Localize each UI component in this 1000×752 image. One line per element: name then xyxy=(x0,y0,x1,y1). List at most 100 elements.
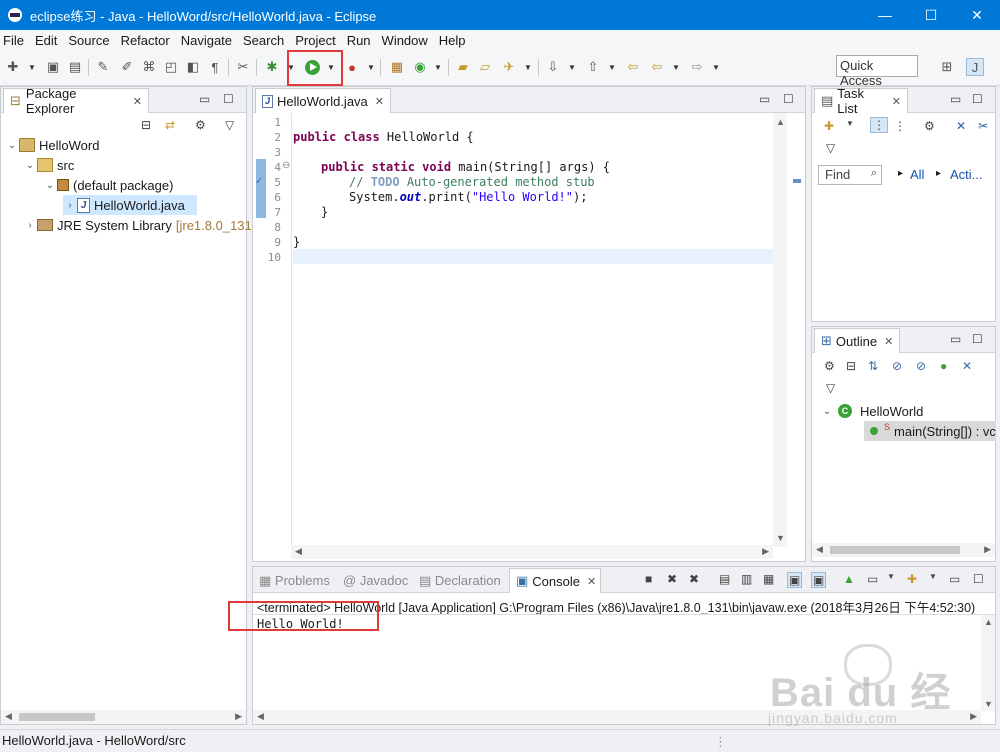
open-console-dropdown-icon[interactable]: ▼ xyxy=(929,572,937,581)
hide-local-types-icon[interactable]: ✕ xyxy=(962,359,972,373)
show-on-error-icon[interactable]: ▣ xyxy=(811,572,827,588)
collapse-icon[interactable]: ✕ xyxy=(956,119,966,133)
menu-project[interactable]: Project xyxy=(295,33,335,48)
java-perspective-icon[interactable]: J xyxy=(966,58,984,76)
collapse-all-icon[interactable]: ⊟ xyxy=(846,359,856,373)
pin-editor-icon[interactable]: ✂ xyxy=(234,58,252,76)
all-link[interactable]: All xyxy=(910,167,924,182)
hide-nonpublic-icon[interactable]: ● xyxy=(940,359,947,373)
menu-source[interactable]: Source xyxy=(68,33,109,48)
terminate-icon[interactable]: ■ xyxy=(645,572,652,586)
close-icon[interactable]: ✕ xyxy=(587,575,596,588)
menu-refactor[interactable]: Refactor xyxy=(121,33,170,48)
focus-icon[interactable]: ⚙ xyxy=(824,359,835,373)
link-with-editor-icon[interactable]: ⇄ xyxy=(165,118,175,132)
new-task-icon[interactable]: ✚ xyxy=(824,119,834,133)
word-wrap-icon[interactable]: ▦ xyxy=(763,572,774,586)
horizontal-scrollbar[interactable]: ◀ ▶ xyxy=(291,545,773,559)
show-on-output-icon[interactable]: ▣ xyxy=(787,572,803,588)
new-dropdown-icon[interactable]: ▼ xyxy=(28,58,36,76)
display-console-dropdown-icon[interactable]: ▼ xyxy=(887,572,895,581)
hide-static-icon[interactable]: ⊘ xyxy=(916,359,926,373)
menu-run[interactable]: Run xyxy=(347,33,371,48)
close-button[interactable]: ✕ xyxy=(954,0,1000,30)
scroll-lock-icon[interactable]: ▥ xyxy=(741,572,752,586)
open-type-icon[interactable]: ⌘ xyxy=(140,58,158,76)
minimize-button[interactable]: — xyxy=(862,0,908,30)
tree-item-project[interactable]: ⌄ HelloWord xyxy=(5,135,100,155)
menu-search[interactable]: Search xyxy=(243,33,284,48)
chevron-right-icon[interactable]: › xyxy=(23,220,37,231)
view-dropdown-icon[interactable]: ▽ xyxy=(225,118,234,132)
tree-item-src[interactable]: ⌄ src xyxy=(23,155,75,175)
maximize-icon[interactable]: ☐ xyxy=(972,332,983,346)
open-project-icon[interactable]: ▰ xyxy=(454,58,472,76)
categorized-icon[interactable]: ⋮ xyxy=(870,117,888,133)
outline-item-class[interactable]: ⌄ C HelloWorld xyxy=(820,401,924,421)
new-task-dropdown-icon[interactable]: ▼ xyxy=(846,119,854,128)
sort-icon[interactable]: ⇅ xyxy=(868,359,878,373)
show-whitespace-icon[interactable]: ¶ xyxy=(206,58,224,76)
maximize-button[interactable]: ☐ xyxy=(908,0,954,30)
vertical-scrollbar[interactable]: ▲ ▼ xyxy=(773,113,787,547)
maximize-icon[interactable]: ☐ xyxy=(972,92,983,106)
open-console-icon[interactable]: ✚ xyxy=(907,572,917,586)
maximize-icon[interactable]: ☐ xyxy=(223,92,234,106)
new-icon[interactable]: ✚ xyxy=(4,58,22,76)
fold-icon[interactable]: ⊖ xyxy=(282,160,290,171)
search-tool-icon[interactable]: ✈ xyxy=(500,58,518,76)
tab-console[interactable]: ▣ Console ✕ xyxy=(509,568,601,593)
pin-console-icon[interactable]: ▲ xyxy=(843,572,855,586)
outline-item-method[interactable]: S main(String[]) : vc xyxy=(864,421,996,441)
back-dropdown-icon[interactable]: ▼ xyxy=(672,58,680,76)
chevron-down-icon[interactable]: ⌄ xyxy=(23,160,37,171)
horizontal-scrollbar[interactable]: ◀ ▶ xyxy=(812,543,995,557)
minimize-icon[interactable]: ▭ xyxy=(950,92,961,106)
remove-launch-icon[interactable]: ✖ xyxy=(667,572,677,586)
tree-item-jre-library[interactable]: › JRE System Library [jre1.8.0_131 xyxy=(23,215,251,235)
tab-javadoc[interactable]: @ Javadoc xyxy=(343,573,408,588)
maximize-icon[interactable]: ☐ xyxy=(973,572,984,586)
display-console-icon[interactable]: ▭ xyxy=(867,572,878,586)
tab-task-list[interactable]: ▤ Task List ✕ xyxy=(814,86,908,116)
next-annotation-dropdown-icon[interactable]: ▼ xyxy=(568,58,576,76)
chevron-down-icon[interactable]: ⌄ xyxy=(820,406,834,417)
back-icon[interactable]: ⇦ xyxy=(648,58,666,76)
prev-annotation-dropdown-icon[interactable]: ▼ xyxy=(608,58,616,76)
forward-icon[interactable]: ⇨ xyxy=(688,58,706,76)
chevron-down-icon[interactable]: ⌄ xyxy=(5,140,19,151)
save-all-icon[interactable]: ▤ xyxy=(66,58,84,76)
tab-package-explorer[interactable]: ⊟ Package Explorer ✕ xyxy=(3,86,149,116)
menu-help[interactable]: Help xyxy=(439,33,466,48)
skip-breakpoints-icon[interactable]: ✎ xyxy=(94,58,112,76)
activate-link[interactable]: Acti... xyxy=(950,167,983,182)
maximize-icon[interactable]: ☐ xyxy=(783,92,794,106)
toggle-breadcrumb-icon[interactable]: ◧ xyxy=(184,58,202,76)
hide-fields-icon[interactable]: ⊘ xyxy=(892,359,902,373)
last-edit-icon[interactable]: ⇦ xyxy=(624,58,642,76)
tree-item-helloworld-java[interactable]: › J HelloWorld.java xyxy=(63,195,197,215)
view-dropdown-icon[interactable]: ▽ xyxy=(826,381,835,395)
close-icon[interactable]: ✕ xyxy=(133,95,142,108)
quick-access-input[interactable]: Quick Access xyxy=(836,55,918,88)
open-task-icon[interactable]: ◰ xyxy=(162,58,180,76)
tab-outline[interactable]: ⊞ Outline ✕ xyxy=(814,328,900,353)
close-icon[interactable]: ✕ xyxy=(884,335,893,348)
view-dropdown-icon[interactable]: ▽ xyxy=(826,141,835,155)
new-class-dropdown-icon[interactable]: ▼ xyxy=(434,58,442,76)
minimize-icon[interactable]: ▭ xyxy=(950,332,961,346)
code-area[interactable]: public class HelloWorld { public static … xyxy=(293,87,773,561)
minimize-icon[interactable]: ▭ xyxy=(199,92,210,106)
chevron-down-icon[interactable]: ⌄ xyxy=(43,180,57,191)
coverage-icon[interactable]: ● xyxy=(343,58,361,76)
scheduled-icon[interactable]: ⋮ xyxy=(894,119,906,133)
search-dropdown-icon[interactable]: ▼ xyxy=(524,58,532,76)
close-icon[interactable]: ✕ xyxy=(892,95,901,108)
open-folder-icon[interactable]: ▱ xyxy=(476,58,494,76)
tab-declaration[interactable]: ▤ Declaration xyxy=(419,573,501,589)
menu-navigate[interactable]: Navigate xyxy=(181,33,232,48)
toggle-mark-icon[interactable]: ✐ xyxy=(118,58,136,76)
menu-window[interactable]: Window xyxy=(382,33,428,48)
coverage-dropdown-icon[interactable]: ▼ xyxy=(367,58,375,76)
remove-all-icon[interactable]: ✖ xyxy=(689,572,699,586)
